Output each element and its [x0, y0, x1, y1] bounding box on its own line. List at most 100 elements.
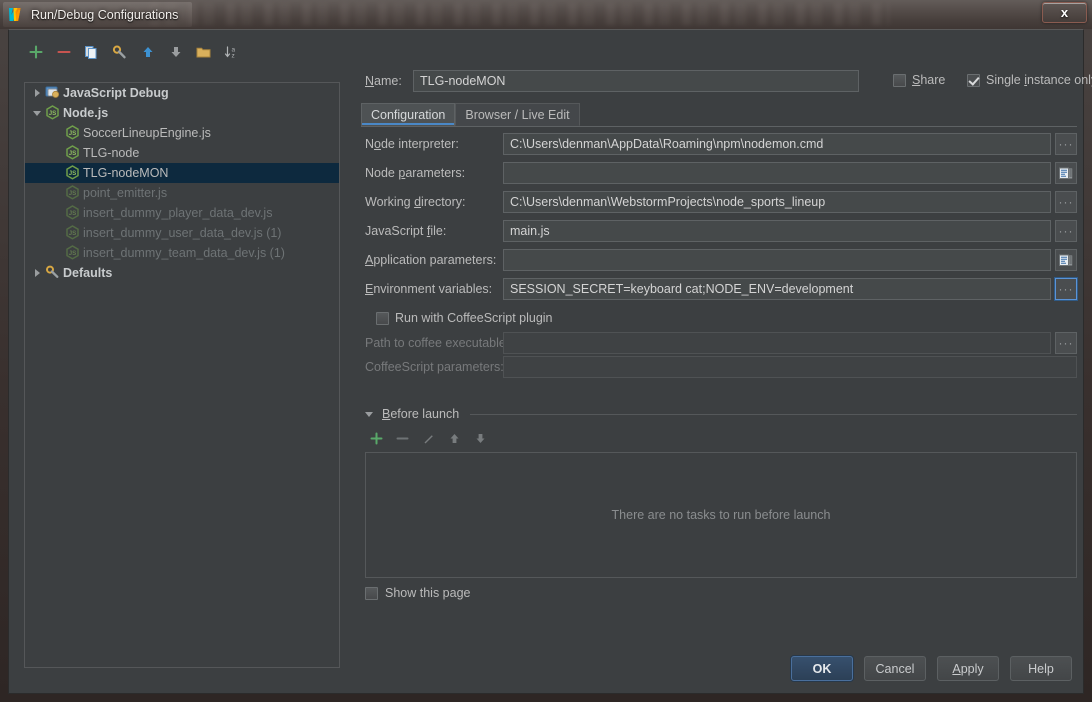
- node-interpreter-value: C:\Users\denman\AppData\Roaming\npm\node…: [510, 137, 824, 151]
- environment-variables-browse-button[interactable]: ···: [1055, 278, 1077, 300]
- remove-configuration-button[interactable]: [51, 40, 76, 65]
- ok-button[interactable]: OK: [791, 656, 853, 681]
- node-interpreter-browse-button[interactable]: ···: [1055, 133, 1077, 155]
- show-this-page-checkbox-box: [365, 586, 378, 600]
- single-instance-checkbox[interactable]: Single instance only: [967, 73, 1092, 87]
- javascript-file-input[interactable]: main.js: [503, 220, 1051, 242]
- path-to-coffee-executable-input[interactable]: [503, 332, 1051, 354]
- coffeescript-plugin-checkbox-box: [376, 311, 389, 325]
- sort-configurations-button[interactable]: a z: [219, 40, 244, 65]
- defaults-wrench-icon: [45, 265, 63, 281]
- row-node-parameters: Node parameters:: [365, 162, 1077, 184]
- tab-browser-live-edit-label: Browser / Live Edit: [465, 107, 570, 122]
- nodejs-icon: JS: [65, 225, 83, 241]
- tree-twisty-spacer: [49, 163, 65, 183]
- before-launch-empty-text: There are no tasks to run before launch: [611, 508, 831, 522]
- tab-browser-live-edit[interactable]: Browser / Live Edit: [455, 103, 580, 126]
- row-path-to-coffee-executable: Path to coffee executable: ···: [365, 332, 1077, 354]
- add-task-button[interactable]: [365, 427, 387, 449]
- javascript-file-value: main.js: [510, 224, 550, 238]
- tab-configuration[interactable]: Configuration: [361, 103, 456, 126]
- apply-button[interactable]: Apply: [937, 656, 999, 681]
- svg-text:JS: JS: [69, 250, 77, 257]
- tree-item-insert-dummy-player-data-dev-js[interactable]: JS insert_dummy_player_data_dev.js: [25, 203, 339, 223]
- environment-variables-input[interactable]: SESSION_SECRET=keyboard cat;NODE_ENV=dev…: [503, 278, 1051, 300]
- node-interpreter-label: Node interpreter:: [365, 137, 459, 151]
- before-launch-collapse-icon[interactable]: [361, 404, 377, 424]
- before-launch-toolbar: [365, 427, 491, 449]
- name-input[interactable]: TLG-nodeMON: [413, 70, 859, 92]
- move-up-button[interactable]: [135, 40, 160, 65]
- add-configuration-button[interactable]: [23, 40, 48, 65]
- tree-twisty-spacer: [49, 183, 65, 203]
- tree-item-label: Defaults: [63, 266, 113, 280]
- tree-item-node-js[interactable]: JS Node.js: [25, 103, 339, 123]
- before-launch-task-list[interactable]: There are no tasks to run before launch: [365, 452, 1077, 578]
- tab-configuration-label: Configuration: [371, 107, 446, 122]
- tree-twisty-down-icon[interactable]: [29, 103, 45, 123]
- tree-item-point-emitter-js[interactable]: JS point_emitter.js: [25, 183, 339, 203]
- titlebar-blurred-content: [150, 3, 890, 25]
- node-interpreter-input[interactable]: C:\Users\denman\AppData\Roaming\npm\node…: [503, 133, 1051, 155]
- before-launch-header[interactable]: Before launch: [361, 406, 1077, 422]
- path-to-coffee-executable-browse-button[interactable]: ···: [1055, 332, 1077, 354]
- javascript-file-label: JavaScript file:: [365, 224, 447, 238]
- working-directory-input[interactable]: C:\Users\denman\WebstormProjects\node_sp…: [503, 191, 1051, 213]
- move-task-up-button[interactable]: [443, 427, 465, 449]
- tree-twisty-right-icon[interactable]: [29, 263, 45, 283]
- node-parameters-input[interactable]: [503, 162, 1051, 184]
- svg-text:JS: JS: [69, 190, 77, 197]
- show-this-page-checkbox[interactable]: Show this page: [365, 586, 470, 600]
- row-application-parameters: Application parameters:: [365, 249, 1077, 271]
- nodejs-icon: JS: [65, 245, 83, 261]
- configurations-tree[interactable]: JavaScript Debug JS Node.js JS SoccerLineupE…: [24, 82, 340, 668]
- share-checkbox[interactable]: Share: [893, 73, 945, 87]
- edit-defaults-wrench-button[interactable]: [107, 40, 132, 65]
- show-this-page-label: Show this page: [385, 586, 471, 600]
- path-to-coffee-executable-label: Path to coffee executable:: [365, 336, 510, 350]
- cancel-button-label: Cancel: [875, 661, 915, 676]
- tree-item-javascript-debug[interactable]: JavaScript Debug: [25, 83, 339, 103]
- close-window-button[interactable]: x: [1042, 2, 1087, 23]
- move-down-button[interactable]: [163, 40, 188, 65]
- tree-item-insert-dummy-team-data-dev-js-1[interactable]: JS insert_dummy_team_data_dev.js (1): [25, 243, 339, 263]
- application-parameters-input[interactable]: [503, 249, 1051, 271]
- node-parameters-label: Node parameters:: [365, 166, 466, 180]
- working-directory-label: Working directory:: [365, 195, 466, 209]
- environment-variables-label: Environment variables:: [365, 282, 493, 296]
- copy-configuration-button[interactable]: [79, 40, 104, 65]
- create-folder-button[interactable]: [191, 40, 216, 65]
- move-task-down-button[interactable]: [469, 427, 491, 449]
- tree-item-tlg-nodemon[interactable]: JS TLG-nodeMON: [25, 163, 339, 183]
- row-node-interpreter: Node interpreter: C:\Users\denman\AppDat…: [365, 133, 1077, 155]
- nodejs-icon: JS: [65, 185, 83, 201]
- coffeescript-parameters-input[interactable]: [503, 356, 1077, 378]
- tree-item-insert-dummy-user-data-dev-js-1[interactable]: JS insert_dummy_user_data_dev.js (1): [25, 223, 339, 243]
- tree-twisty-right-icon[interactable]: [29, 83, 45, 103]
- tree-twisty-spacer: [49, 223, 65, 243]
- application-parameters-expand-button[interactable]: [1055, 249, 1077, 271]
- tree-item-label: Node.js: [63, 106, 109, 120]
- tree-twisty-spacer: [49, 143, 65, 163]
- edit-task-button[interactable]: [417, 427, 439, 449]
- tree-item-soccerlineupengine-js[interactable]: JS SoccerLineupEngine.js: [25, 123, 339, 143]
- cancel-button[interactable]: Cancel: [864, 656, 926, 681]
- tree-item-tlg-node[interactable]: JS TLG-node: [25, 143, 339, 163]
- tree-item-defaults[interactable]: Defaults: [25, 263, 339, 283]
- row-environment-variables: Environment variables: SESSION_SECRET=ke…: [365, 278, 1077, 300]
- nodejs-icon: JS: [65, 125, 83, 141]
- working-directory-browse-button[interactable]: ···: [1055, 191, 1077, 213]
- remove-task-button[interactable]: [391, 427, 413, 449]
- name-input-value: TLG-nodeMON: [420, 74, 506, 88]
- dialog-buttons: OK Cancel Apply Help: [9, 656, 1085, 681]
- node-parameters-expand-button[interactable]: [1055, 162, 1077, 184]
- tree-item-label: insert_dummy_team_data_dev.js (1): [83, 246, 285, 260]
- coffeescript-plugin-checkbox[interactable]: Run with CoffeeScript plugin: [376, 311, 553, 325]
- window-title-chip: Run/Debug Configurations: [3, 2, 193, 27]
- application-window: Run/Debug Configurations x a z JavaScrip…: [0, 0, 1092, 702]
- svg-text:JS: JS: [69, 170, 77, 177]
- javascript-file-browse-button[interactable]: ···: [1055, 220, 1077, 242]
- tree-item-label: TLG-nodeMON: [83, 166, 169, 180]
- help-button[interactable]: Help: [1010, 656, 1072, 681]
- tree-item-label: insert_dummy_player_data_dev.js: [83, 206, 273, 220]
